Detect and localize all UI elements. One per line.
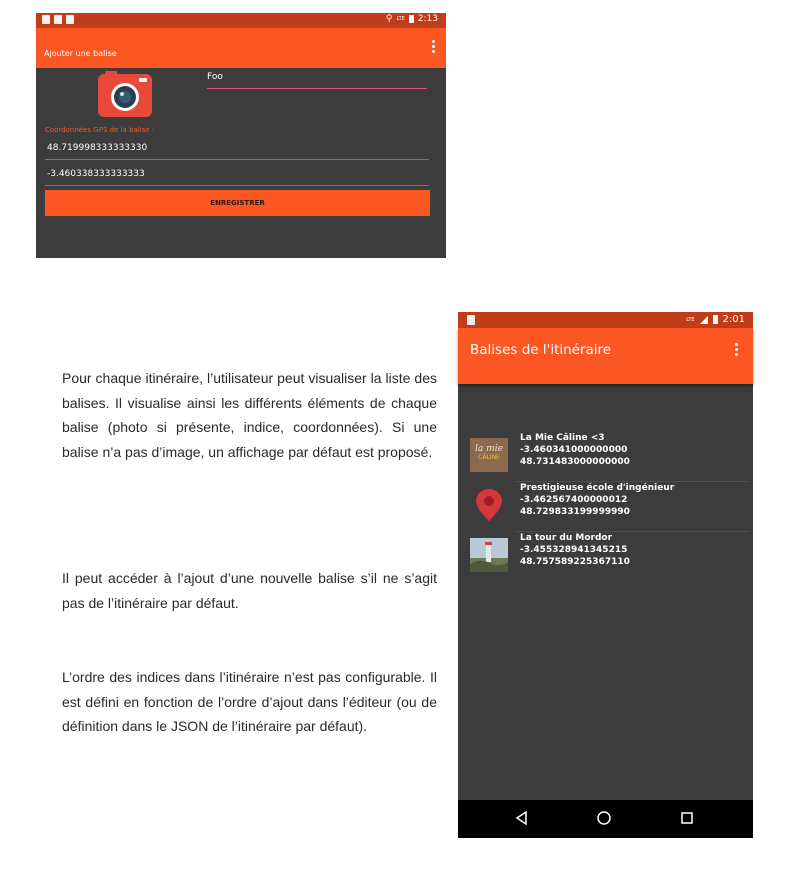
sd-card-icon — [467, 315, 475, 325]
tower-photo — [470, 538, 508, 572]
item-text: Prestigieuse école d'ingénieur -3.462567… — [520, 482, 674, 518]
back-triangle-icon[interactable] — [514, 810, 530, 826]
logo-text: la mie — [475, 444, 503, 454]
list-item[interactable]: Prestigieuse école d'ingénieur -3.462567… — [458, 482, 753, 532]
notification-icons — [42, 15, 74, 24]
more-vert-icon[interactable] — [735, 343, 739, 358]
location-icon: ⚲ — [385, 14, 393, 24]
status-bar: ⚲ LTE 2:13 — [36, 13, 446, 28]
home-circle-icon[interactable] — [596, 810, 612, 826]
paragraph-add-beacon: Il peut accéder à l’ajout d’une nouvelle… — [62, 570, 437, 611]
network-label: LTE — [686, 316, 695, 323]
more-vert-icon[interactable] — [432, 40, 436, 54]
network-label: LTE — [396, 16, 405, 22]
save-button[interactable]: ENREGISTRER — [45, 190, 430, 216]
camera-icon[interactable] — [95, 70, 155, 120]
latitude-field[interactable]: 48.719998333333330 — [45, 143, 429, 160]
longitude-field[interactable]: -3.460338333333333 — [45, 169, 429, 186]
item-longitude: -3.455328941345215 — [520, 545, 628, 555]
notification-icon — [54, 15, 62, 24]
paragraph-order: L’ordre des indices dans l’itinéraire n’… — [62, 669, 437, 734]
message-icon — [66, 15, 74, 24]
toolbar: Balises de l'itinéraire — [458, 328, 753, 384]
status-bar: LTE 2:01 — [458, 312, 753, 328]
status-right: ⚲ LTE 2:13 — [386, 14, 438, 24]
name-field[interactable]: Foo — [207, 72, 427, 89]
battery-icon — [712, 315, 718, 324]
item-latitude: 48.729833199999990 — [520, 507, 630, 517]
toolbar: Ajouter une balise — [36, 28, 446, 68]
item-name: La Mie Câline <3 — [520, 433, 605, 443]
sd-card-icon — [42, 15, 50, 24]
item-name: Prestigieuse école d'ingénieur — [520, 483, 675, 493]
list-item[interactable]: la mie CÂLINE La Mie Câline <3 -3.460341… — [458, 432, 753, 482]
battery-icon — [408, 15, 414, 23]
clock: 2:01 — [722, 314, 745, 325]
item-longitude: -3.462567400000012 — [520, 495, 628, 505]
item-latitude: 48.757589225367110 — [520, 557, 630, 567]
la-mie-caline-logo: la mie CÂLINE — [470, 438, 508, 472]
navigation-bar — [458, 800, 753, 838]
paragraph-beacon-list: Pour chaque itinéraire, l’utilisateur pe… — [62, 370, 437, 460]
status-right: LTE 2:01 — [686, 314, 745, 325]
item-latitude: 48.731483000000000 — [520, 457, 630, 467]
clock: 2:13 — [417, 14, 438, 24]
item-text: La Mie Câline <3 -3.460341000000000 48.7… — [520, 432, 630, 468]
map-pin-icon — [476, 489, 502, 521]
screen-title: Balises de l'itinéraire — [470, 342, 612, 358]
item-text: La tour du Mordor -3.455328941345215 48.… — [520, 532, 630, 568]
gps-label: Coordonnées GPS de la balise : — [45, 126, 155, 134]
logo-text: CÂLINE — [478, 454, 500, 461]
item-longitude: -3.460341000000000 — [520, 445, 628, 455]
signal-icon — [699, 315, 708, 324]
screen-title: Ajouter une balise — [44, 49, 117, 58]
add-beacon-screenshot: ⚲ LTE 2:13 Ajouter une balise Foo Coordo… — [36, 13, 446, 258]
list-item[interactable]: La tour du Mordor -3.455328941345215 48.… — [458, 532, 753, 582]
beacon-list-screenshot: LTE 2:01 Balises de l'itinéraire la mie … — [458, 312, 753, 838]
recents-square-icon[interactable] — [679, 810, 695, 826]
item-name: La tour du Mordor — [520, 533, 613, 543]
